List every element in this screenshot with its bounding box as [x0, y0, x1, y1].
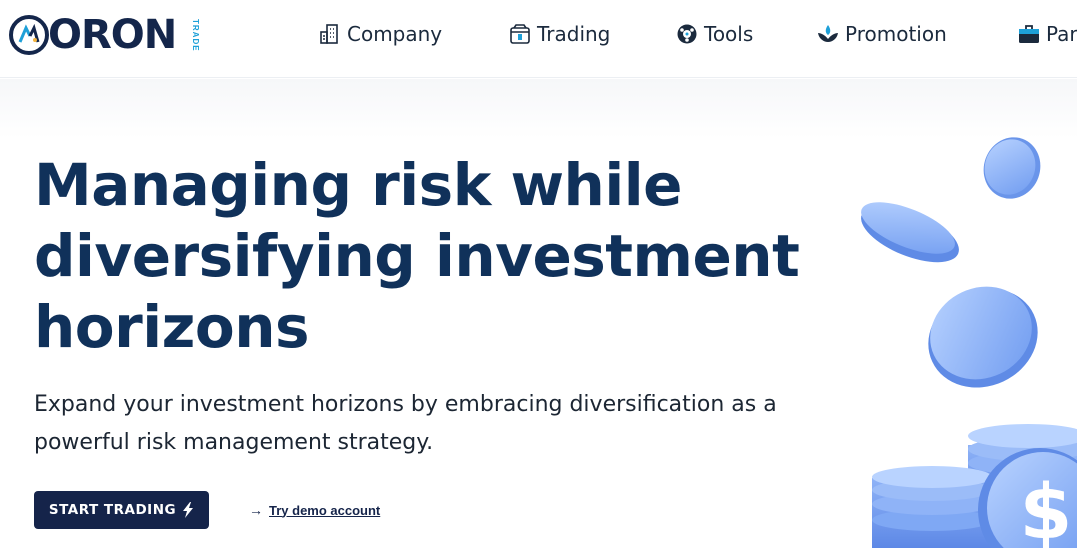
coins-illustration: $	[861, 137, 1077, 548]
coin-small-top	[983, 137, 1041, 199]
lotus-icon	[818, 25, 838, 42]
nav-label: Par	[1046, 22, 1077, 46]
demo-account-link[interactable]: → Try demo account	[249, 500, 380, 520]
coin-large-middle	[928, 286, 1038, 388]
hero-title-line: Managing risk while	[34, 151, 682, 219]
arrow-right-icon: →	[249, 502, 263, 518]
nav-label: Tools	[704, 22, 754, 46]
nav-item-trading[interactable]: Trading	[508, 18, 610, 50]
logo-mark-icon	[9, 15, 49, 55]
nav-label: Promotion	[845, 22, 947, 46]
hero-subtitle-line: powerful risk management strategy.	[34, 430, 434, 455]
building-icon	[320, 24, 338, 44]
nav-label: Trading	[537, 22, 611, 46]
coin-stack-left	[872, 466, 992, 548]
box-icon	[510, 24, 530, 44]
nav-label: Company	[347, 22, 443, 46]
dollar-sign: $	[1020, 467, 1073, 548]
brand-name: ORON	[48, 12, 177, 58]
hero-title: Managing risk while diversifying investm…	[34, 150, 800, 363]
hero-subtitle-line: Expand your investment horizons by embra…	[34, 392, 777, 417]
brand-tag: TRADE	[191, 19, 200, 52]
coin-tilted-left	[861, 202, 959, 263]
hero-title-line: horizons	[34, 293, 310, 361]
nav-item-company[interactable]: Company	[318, 18, 442, 50]
briefcase-icon	[1019, 25, 1039, 43]
start-trading-button[interactable]: START TRADING	[34, 491, 209, 529]
nav-item-tools[interactable]: Tools	[675, 18, 753, 50]
hero-title-line: diversifying investment	[34, 222, 800, 290]
lightning-icon	[183, 502, 194, 518]
ball-icon	[677, 24, 697, 44]
hero-subtitle: Expand your investment horizons by embra…	[34, 386, 794, 462]
demo-account-label: Try demo account	[269, 502, 381, 518]
nav-item-promotion[interactable]: Promotion	[816, 18, 947, 50]
brand-logo[interactable]: ORON TRADE	[8, 12, 208, 58]
start-trading-label: START TRADING	[48, 502, 177, 518]
nav-item-partners[interactable]: Par	[1017, 18, 1077, 50]
site-header: ORON TRADE Company Trading Tools Promoti…	[0, 0, 1077, 78]
